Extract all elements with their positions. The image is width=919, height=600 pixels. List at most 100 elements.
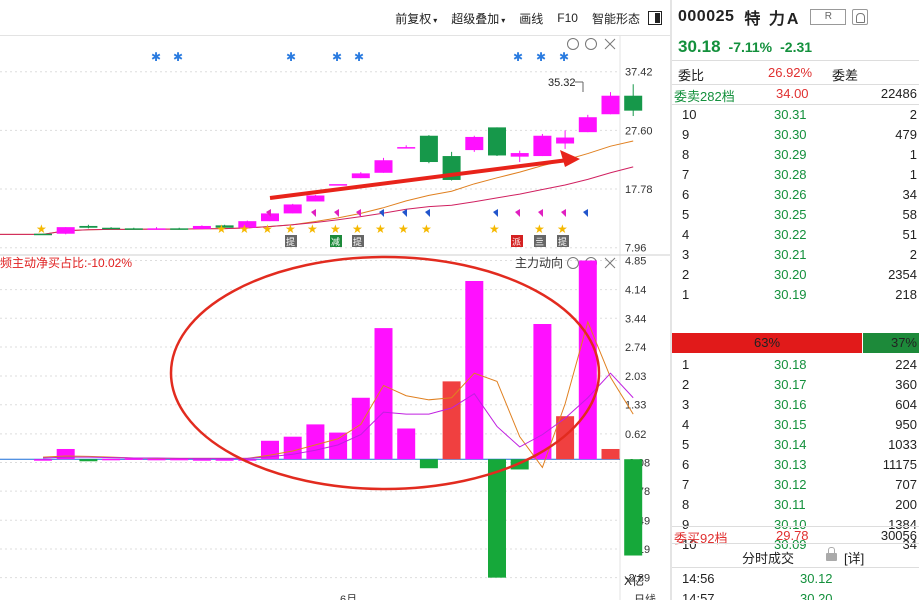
flow-axis-tick: 4.85 <box>625 256 646 268</box>
star-icon: ★ <box>557 222 568 236</box>
separator <box>672 567 919 568</box>
flag-marker-icon <box>538 209 543 217</box>
ratio-label: 委比 <box>678 68 705 83</box>
buy-level-row: 4 30.15 950 <box>672 415 919 435</box>
quote-panel: 000025 特 力A R 30.18 -7.11% -2.31 委比 26.9… <box>672 0 919 600</box>
sell-level-row: 7 30.28 1 <box>672 165 919 185</box>
toolbar-draw[interactable]: 画线 <box>519 10 543 27</box>
candle-body <box>147 228 166 230</box>
stock-name: 特 力A <box>744 11 801 28</box>
tick-time: 14:57 <box>682 591 715 600</box>
ask-share-bar: 37% <box>863 333 919 353</box>
level-number: 6 <box>682 187 690 202</box>
bell-icon[interactable] <box>852 9 869 25</box>
ticks-detail-link[interactable]: [详] <box>844 548 864 567</box>
flag-marker-icon <box>311 209 316 217</box>
settings-icon[interactable] <box>567 257 579 269</box>
sell-level-row: 2 30.20 2354 <box>672 265 919 285</box>
candle-body <box>170 228 189 230</box>
sell-level-row: 10 30.31 2 <box>672 105 919 125</box>
bid-share-bar: 63% <box>672 333 862 353</box>
separator <box>672 60 919 61</box>
asterisk-icon: ✱ <box>513 50 523 64</box>
flow-unit-label: X亿 <box>624 573 644 588</box>
flow-bar <box>102 458 121 461</box>
trend-arrow-head <box>560 150 580 167</box>
flag-marker-icon <box>515 209 520 217</box>
level-price: 30.25 <box>774 207 807 222</box>
tick-price: 30.20 <box>800 591 833 600</box>
sell-summary-row: 委卖282档 34.00 22486 <box>672 84 919 104</box>
sell-level-row: 9 30.30 479 <box>672 125 919 145</box>
candle-body <box>351 173 370 179</box>
candle-body <box>533 135 552 157</box>
high-price-label: 35.32 <box>548 77 576 89</box>
help-icon[interactable] <box>585 38 597 50</box>
flow-bar <box>124 458 143 460</box>
candle-body <box>102 227 121 230</box>
level-price: 30.19 <box>774 287 807 302</box>
level-volume: 51 <box>902 227 917 242</box>
buy-summary-price: 29.78 <box>776 528 809 543</box>
level-number: 9 <box>682 127 690 142</box>
change-amount: -2.31 <box>780 39 813 55</box>
level-volume: 479 <box>895 127 917 142</box>
star-icon: ★ <box>421 222 432 236</box>
stock-header: 000025 特 力A R <box>672 0 919 34</box>
flow-bar <box>601 448 620 460</box>
level-number: 6 <box>682 457 690 472</box>
toolbar-f10[interactable]: F10 <box>557 11 578 25</box>
diff-label: 委差 <box>832 68 859 83</box>
level-number: 7 <box>682 167 690 182</box>
sell-level-row: 4 30.22 51 <box>672 225 919 245</box>
month-label: 6月 <box>340 594 357 600</box>
r-badge[interactable]: R <box>810 9 847 25</box>
buy-level-row: 8 30.11 200 <box>672 495 919 515</box>
sell-level-row: 6 30.26 34 <box>672 185 919 205</box>
flow-axis-tick: 4.14 <box>625 285 646 297</box>
level-volume: 2 <box>909 107 917 122</box>
candle-body <box>510 153 529 157</box>
flow-bar <box>306 424 325 460</box>
flow-axis-tick: 3.44 <box>625 313 646 325</box>
level-volume: 2 <box>909 247 917 262</box>
sell-level-row: 8 30.29 1 <box>672 145 919 165</box>
toolbar-pattern[interactable]: 智能形态 <box>592 10 640 27</box>
settings-icon[interactable] <box>567 38 579 50</box>
star-icon: ★ <box>534 222 545 236</box>
ticks-title: 分时成交 <box>742 551 795 566</box>
stock-code: 000025 <box>678 8 735 25</box>
buy-summary-volume: 30056 <box>880 528 917 543</box>
level-number: 3 <box>682 247 690 262</box>
level-number: 4 <box>682 417 690 432</box>
chart-area[interactable]: 37.42 27.60 17.78 7.96 35.32 ✱ ✱ ✱ ✱ ✱ ✱ ✱ ✱ ★ ★ ★ ★ ★ ★ ★ ★… <box>0 36 670 600</box>
flow-axis-tick: 2.03 <box>625 371 646 383</box>
chevron-down-icon: ▾ <box>501 15 506 25</box>
sell-summary-label: 委卖282档 <box>674 89 735 104</box>
flow-bar <box>283 436 302 460</box>
toolbar-overlay-label: 超级叠加 <box>451 11 500 26</box>
level-price: 30.11 <box>774 497 806 512</box>
event-badge-label: 提 <box>558 237 567 247</box>
flow-axis-tick: 2.74 <box>625 342 646 354</box>
tick-row: 14:56 30.12 <box>672 569 919 589</box>
asterisk-icon: ✱ <box>354 50 364 64</box>
level-price: 30.13 <box>774 457 807 472</box>
candle-body <box>329 184 348 186</box>
level-price: 30.26 <box>774 187 807 202</box>
layout-toggle-icon[interactable] <box>648 11 662 25</box>
chevron-down-icon: ▾ <box>433 15 438 25</box>
candle-body <box>283 204 302 214</box>
level-number: 2 <box>682 377 690 392</box>
period-label: 日线 <box>634 592 656 600</box>
buy-level-row: 6 30.13 11175 <box>672 455 919 475</box>
level-number: 8 <box>682 147 690 162</box>
toolbar-overlay[interactable]: 超级叠加 ▾ <box>451 10 505 27</box>
level-price: 30.12 <box>774 477 807 492</box>
candle-body <box>192 225 211 229</box>
level-price: 30.28 <box>774 167 807 182</box>
toolbar-fuquan[interactable]: 前复权 ▾ <box>395 10 437 27</box>
candle-body <box>374 160 393 173</box>
asterisk-icon: ✱ <box>173 50 183 64</box>
level-volume: 11175 <box>882 457 917 472</box>
